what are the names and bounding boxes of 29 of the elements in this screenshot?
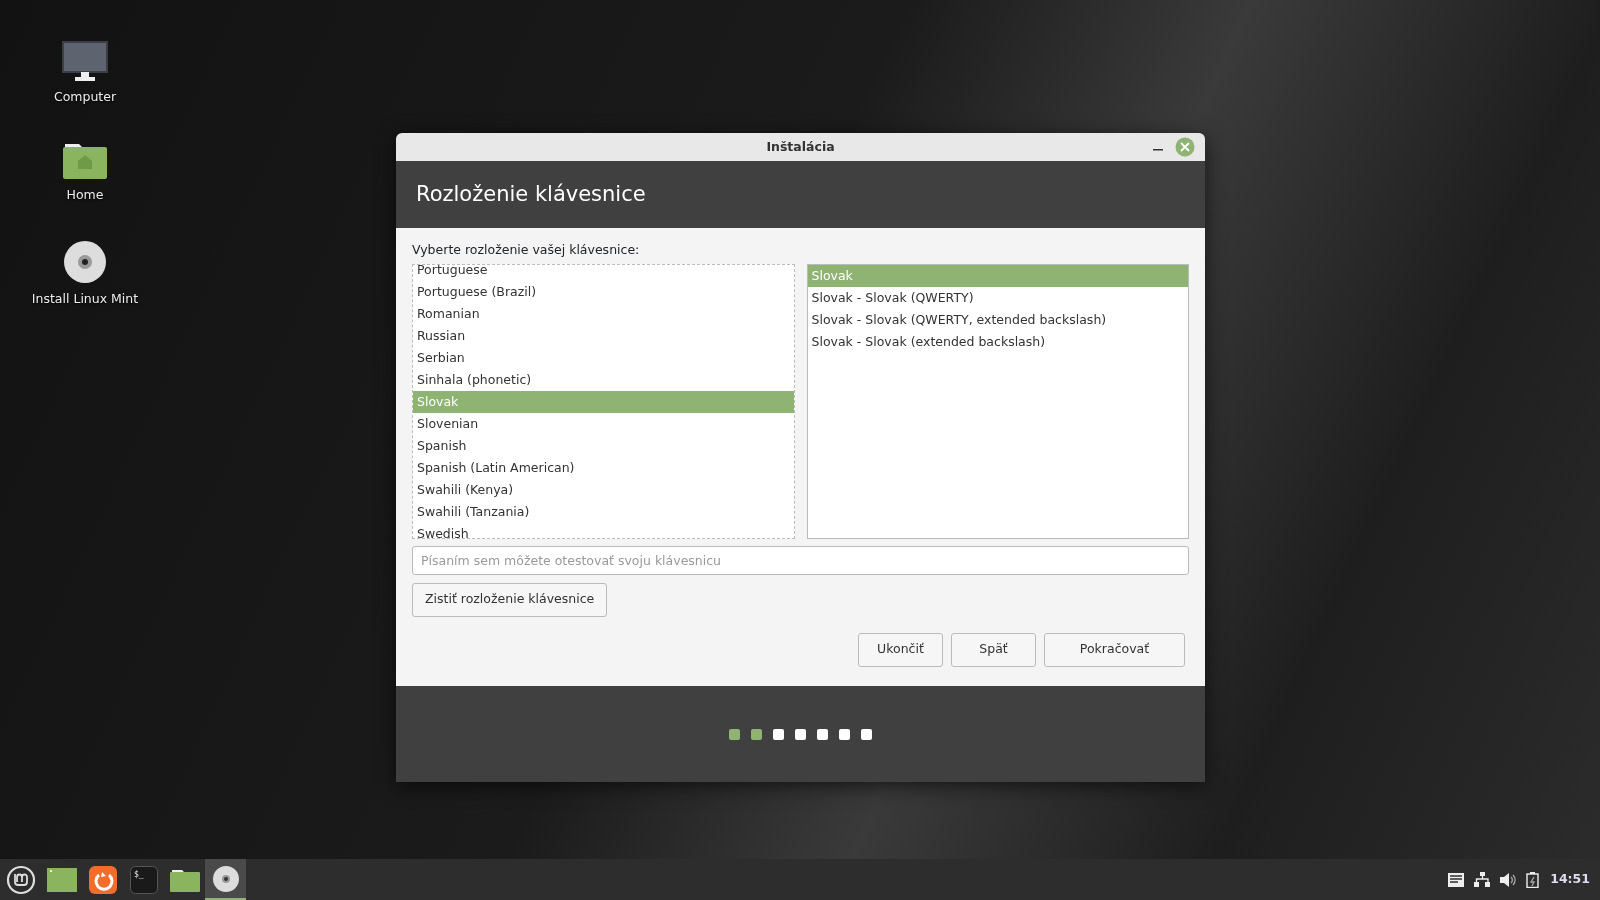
detect-layout-button[interactable]: Zistiť rozloženie klávesnice [412,582,608,617]
list-item[interactable]: Spanish [413,434,794,457]
list-item[interactable]: Slovak - Slovak (QWERTY, extended backslash) [807,308,1188,331]
prompt-label: Vyberte rozloženie vašej klávesnice: [412,241,641,259]
taskbar-launcher[interactable]: $_ [123,859,164,900]
list-item[interactable]: Swahili (Tanzania) [413,500,794,523]
list-item[interactable]: Slovak - Slovak (extended backslash) [807,330,1188,353]
clock[interactable]: 14:51 [1550,870,1590,889]
list-item[interactable]: Slovenian [413,412,794,435]
list-item[interactable]: Russian [413,324,794,347]
dialog-button[interactable]: Pokračovať [1044,632,1185,667]
list-item[interactable]: Swahili (Kenya) [413,478,794,501]
keyboard-test-field[interactable]: Písaním sem môžete otestovať svoju klávesnicu [412,545,1189,575]
desktop-icon-label[interactable]: Home [66,186,104,205]
list-item[interactable]: Portuguese [413,264,794,281]
list-item[interactable]: Swedish [413,522,794,538]
desktop-icon-label[interactable]: Install Linux Mint [31,290,139,309]
dialog-button[interactable]: Späť [951,632,1036,667]
list-item[interactable]: Portuguese (Brazil) [413,280,794,303]
list-item[interactable]: Slovak - Slovak (QWERTY) [807,286,1188,309]
list-item[interactable]: Serbian [413,346,794,369]
terminal-icon[interactable]: $_ [129,865,158,894]
dialog-button[interactable]: Ukončiť [858,632,943,667]
list-item[interactable]: Spanish (Latin American) [413,456,794,479]
list-item[interactable]: Sinhala (phonetic) [413,368,794,391]
page-heading: Rozloženie klávesnice [416,180,646,208]
window-title: Inštalácia [766,137,835,156]
list-item[interactable]: Romanian [413,302,794,325]
desktop-icon-label[interactable]: Computer [53,88,117,107]
